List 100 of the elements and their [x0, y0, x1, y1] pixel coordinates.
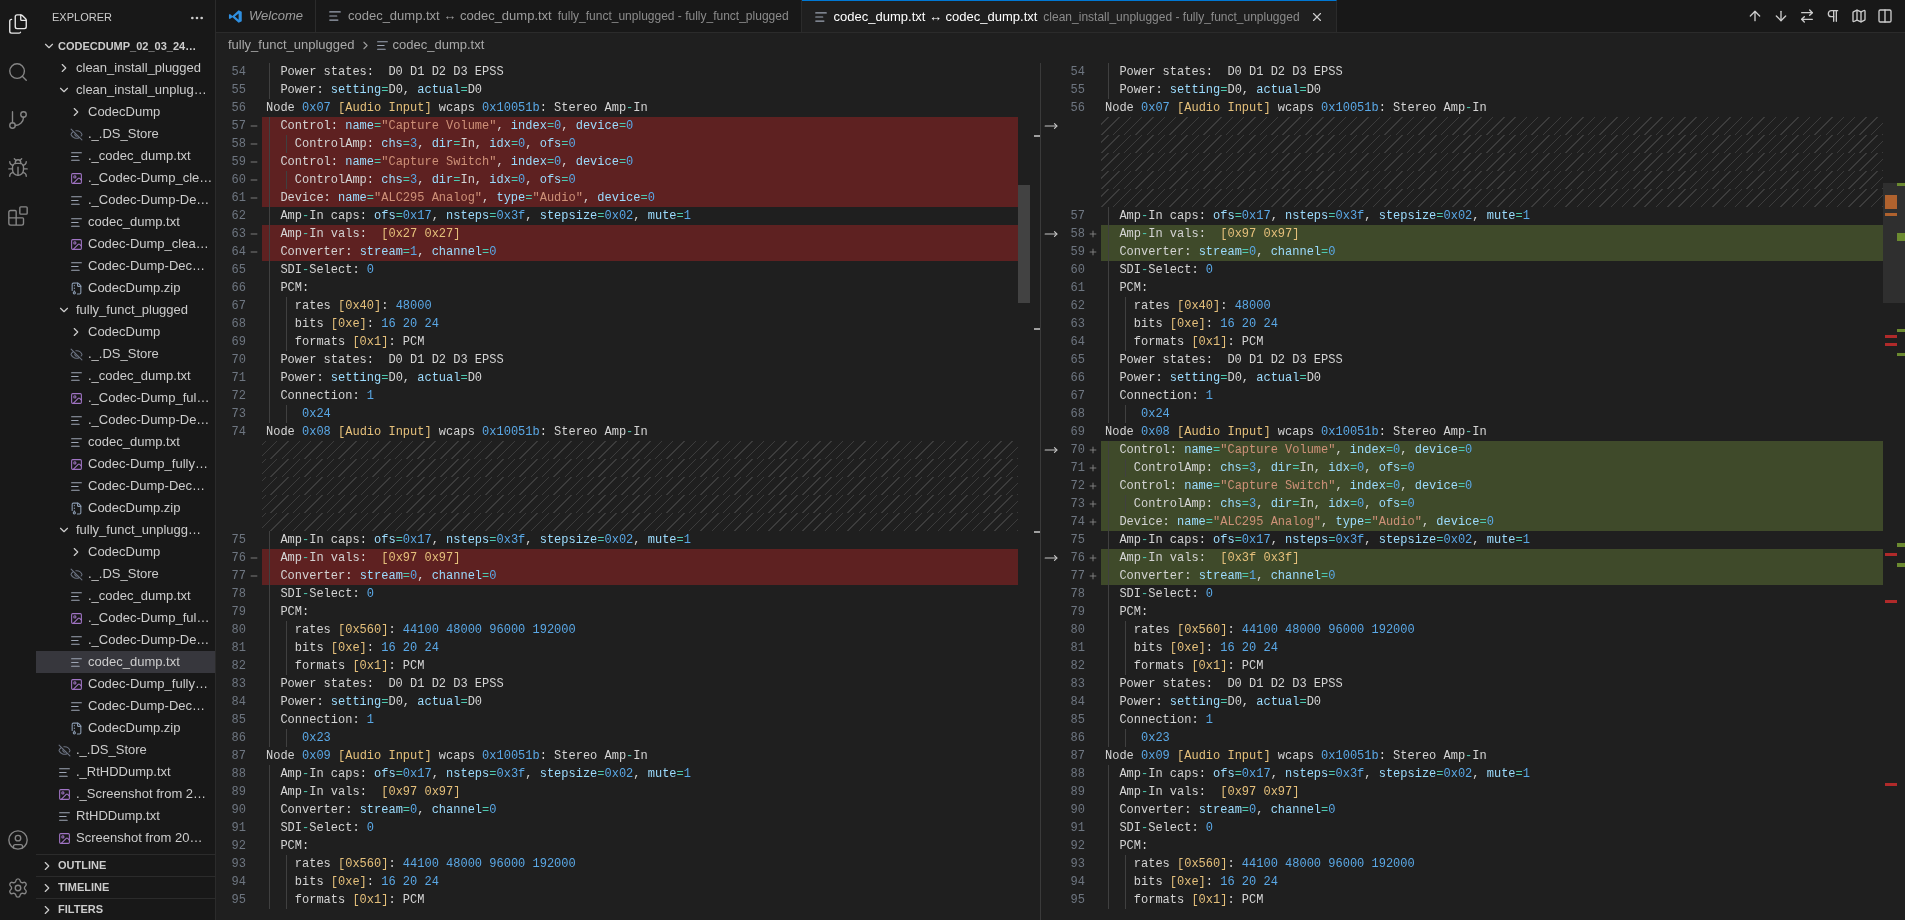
- editor-tab[interactable]: codec_dump.txt ↔ codec_dump.txt clean_install_unplugged - fully_funct_unplugged: [801, 0, 1337, 32]
- file-item[interactable]: codec_dump.txt: [36, 211, 215, 233]
- item-label: ._.DS_Store: [88, 565, 159, 584]
- file-item[interactable]: ._Codec-Dump_ful…: [36, 607, 215, 629]
- file-item[interactable]: codec_dump.txt: [36, 651, 215, 673]
- file-item[interactable]: Codec-Dump_clea…: [36, 233, 215, 255]
- file-item[interactable]: Codec-Dump-Dec…: [36, 695, 215, 717]
- bug-icon[interactable]: [7, 157, 29, 179]
- file-item[interactable]: Codec-Dump-Dec…: [36, 255, 215, 277]
- editor-tab[interactable]: Welcome: [216, 0, 316, 32]
- file-item[interactable]: ._codec_dump.txt: [36, 585, 215, 607]
- breadcrumb-item[interactable]: fully_funct_unplugged: [228, 35, 355, 55]
- folder-item[interactable]: CodecDump: [36, 101, 215, 123]
- code-line: Power states: D0 D1 D2 D3 EPSS: [279, 352, 504, 369]
- file-item[interactable]: CodecDump.zip: [36, 497, 215, 519]
- line-number: 59: [231, 154, 246, 171]
- file-item[interactable]: ._Codec-Dump_cle…: [36, 167, 215, 189]
- files-icon[interactable]: [7, 13, 29, 35]
- file-item[interactable]: ._Codec-Dump-De…: [36, 189, 215, 211]
- pilcrow-icon[interactable]: [1825, 8, 1841, 24]
- line-number: 94: [231, 874, 246, 891]
- line-number: 66: [1070, 370, 1085, 387]
- file-item[interactable]: ._.DS_Store: [36, 739, 215, 761]
- panel-header[interactable]: TIMELINE: [36, 876, 215, 898]
- map-icon[interactable]: [1851, 8, 1867, 24]
- file-item[interactable]: ._.DS_Store: [36, 123, 215, 145]
- split-editor-icon[interactable]: [1877, 8, 1893, 24]
- editor-tab[interactable]: codec_dump.txt ↔ codec_dump.txt fully_funct_unplugged - fully_funct_plugged: [315, 0, 802, 32]
- code-line: formats [0x1]: PCM: [293, 334, 425, 351]
- plus-icon: [1088, 571, 1098, 581]
- scrollbar-thumb[interactable]: [1018, 185, 1030, 303]
- swap-arrows-icon[interactable]: [1799, 8, 1815, 24]
- folder-item[interactable]: CODECDUMP_02_03_24…: [36, 35, 215, 57]
- code-line: rates [0x560]: 44100 48000 96000 192000: [1132, 622, 1415, 639]
- code-line: rates [0x40]: 48000: [293, 298, 432, 315]
- file-item[interactable]: ._Screenshot from 2…: [36, 783, 215, 805]
- line-number: 94: [1070, 874, 1085, 891]
- line-number: 65: [1070, 352, 1085, 369]
- item-label: codec_dump.txt: [88, 433, 180, 452]
- branch-icon[interactable]: [7, 109, 29, 131]
- file-item[interactable]: ._Codec-Dump-De…: [36, 629, 215, 651]
- blocks-icon[interactable]: [7, 205, 29, 227]
- file-item[interactable]: RtHDDump.txt: [36, 805, 215, 827]
- line-number: 54: [231, 64, 246, 81]
- line-number: 70: [1070, 442, 1085, 459]
- tab-title: codec_dump.txt ↔ codec_dump.txt: [833, 7, 1038, 26]
- breadcrumb-item[interactable]: codec_dump.txt: [392, 35, 485, 55]
- line-number: 95: [1070, 892, 1085, 909]
- line-number: 73: [1070, 496, 1085, 513]
- panel-title: FILTERS: [58, 902, 103, 918]
- file-item[interactable]: CodecDump.zip: [36, 277, 215, 299]
- panel-header[interactable]: FILTERS: [36, 898, 215, 920]
- folder-item[interactable]: CodecDump: [36, 541, 215, 563]
- code-line: Power: setting=D0, actual=D0: [1118, 82, 1322, 99]
- change-mark: [1885, 343, 1897, 346]
- file-item[interactable]: ._Codec-Dump_ful…: [36, 387, 215, 409]
- search-icon[interactable]: [7, 61, 29, 83]
- file-item[interactable]: ._RtHDDump.txt: [36, 761, 215, 783]
- line-number: 65: [231, 262, 246, 279]
- folder-item[interactable]: fully_funct_plugged: [36, 299, 215, 321]
- line-number: 58: [1070, 226, 1085, 243]
- file-item[interactable]: ._codec_dump.txt: [36, 365, 215, 387]
- line-number: 57: [231, 118, 246, 135]
- file-item[interactable]: codec_dump.txt: [36, 431, 215, 453]
- folder-item[interactable]: fully_funct_unplugg…: [36, 519, 215, 541]
- file-item[interactable]: ._codec_dump.txt: [36, 145, 215, 167]
- code-line: Node 0x09 [Audio Input] wcaps 0x10051b: Stereo Amp-In: [1105, 748, 1487, 765]
- file-item[interactable]: Codec-Dump_fully…: [36, 453, 215, 475]
- code-line: Device: name="ALC295 Analog", type="Audio", device=0: [1118, 514, 1494, 531]
- line-number: 83: [231, 676, 246, 693]
- folder-item[interactable]: clean_install_unplug…: [36, 79, 215, 101]
- file-item[interactable]: Screenshot from 20…: [36, 827, 215, 849]
- line-number: 61: [1070, 280, 1085, 297]
- code-line: Amp-In caps: ofs=0x17, nsteps=0x3f, stepsize=0x02, mute=1: [1118, 532, 1530, 549]
- line-number: 83: [1070, 676, 1085, 693]
- change-mark: [1897, 233, 1905, 241]
- folder-item[interactable]: CodecDump: [36, 321, 215, 343]
- plus-icon: [1088, 481, 1098, 491]
- account-icon[interactable]: [7, 829, 29, 851]
- text-file-icon: [69, 589, 83, 603]
- code-line: Control: name="Capture Switch", index=0, device=0: [1118, 478, 1473, 495]
- item-label: Codec-Dump-Dec…: [88, 697, 206, 716]
- folder-item[interactable]: clean_install_plugged: [36, 57, 215, 79]
- code-line: Node 0x09 [Audio Input] wcaps 0x10051b: Stereo Amp-In: [266, 748, 648, 765]
- line-number: 70: [231, 352, 246, 369]
- code-line: Node 0x07 [Audio Input] wcaps 0x10051b: Stereo Amp-In: [1105, 100, 1487, 117]
- settings-icon[interactable]: [7, 877, 29, 899]
- file-item[interactable]: ._Codec-Dump-De…: [36, 409, 215, 431]
- panel-header[interactable]: OUTLINE: [36, 854, 215, 876]
- line-number: 74: [231, 424, 246, 441]
- item-label: Codec-Dump_fully…: [88, 675, 208, 694]
- file-item[interactable]: ._.DS_Store: [36, 343, 215, 365]
- code-line: rates [0x560]: 44100 48000 96000 192000: [1132, 856, 1415, 873]
- code-line: bits [0xe]: 16 20 24: [1132, 874, 1278, 891]
- file-item[interactable]: Codec-Dump_fully…: [36, 673, 215, 695]
- file-item[interactable]: ._.DS_Store: [36, 563, 215, 585]
- file-item[interactable]: Codec-Dump-Dec…: [36, 475, 215, 497]
- file-item[interactable]: CodecDump.zip: [36, 717, 215, 739]
- line-number: 93: [1070, 856, 1085, 873]
- line-number: 74: [1070, 514, 1085, 531]
